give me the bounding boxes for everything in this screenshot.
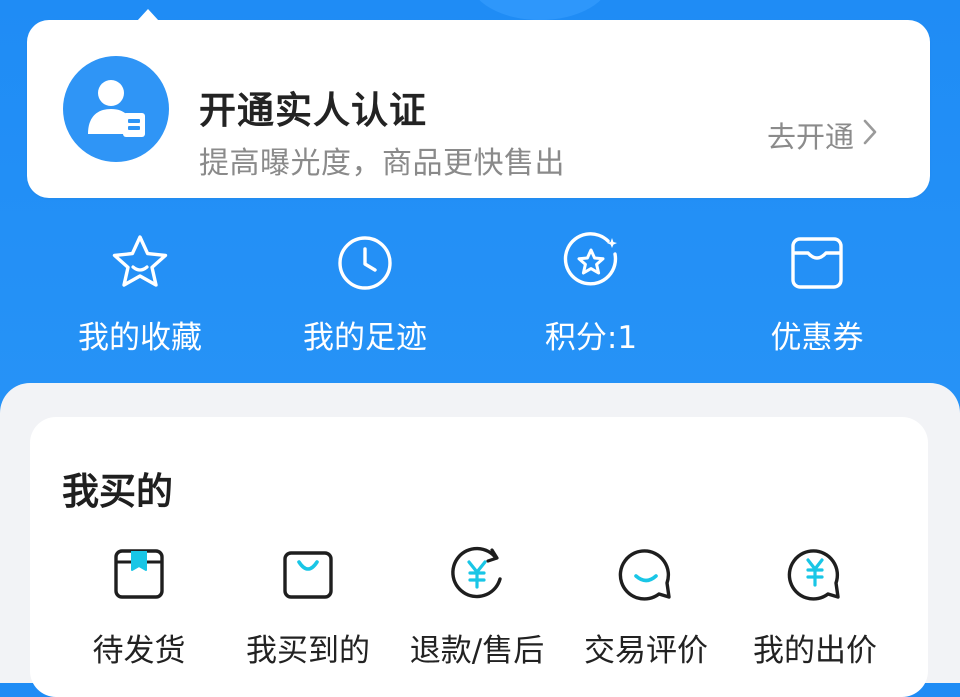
real-name-verification-card[interactable]: 开通实人认证 提高曝光度，商品更快售出 去开通 [27, 9, 930, 198]
quick-item-label: 我的收藏 [78, 320, 202, 356]
top-glow-decoration [470, 0, 610, 20]
purchase-item-review[interactable]: 交易评价 [561, 543, 731, 670]
chevron-right-icon [862, 118, 878, 153]
shopping-bag-icon [277, 543, 339, 605]
box-icon [108, 543, 170, 605]
quick-item-points[interactable]: 积分:1 [486, 232, 696, 357]
coupon-wallet-icon [786, 232, 848, 294]
verification-subtitle: 提高曝光度，商品更快售出 [199, 146, 565, 181]
purchase-item-label: 交易评价 [584, 633, 708, 669]
purchase-item-label: 我的出价 [753, 633, 877, 669]
points-star-icon [560, 232, 622, 294]
my-purchases-title: 我买的 [62, 470, 173, 513]
quick-item-coupons[interactable]: 优惠券 [712, 232, 922, 357]
purchase-item-refund[interactable]: 退款/售后 [392, 543, 562, 670]
quick-item-label: 我的足迹 [303, 320, 427, 356]
go-activate-label: 去开通 [766, 120, 854, 154]
go-activate-link[interactable]: 去开通 [767, 114, 878, 156]
quick-item-favorites[interactable]: 我的收藏 [35, 232, 245, 357]
purchase-item-to-ship[interactable]: 待发货 [54, 543, 224, 670]
purchase-item-my-bids[interactable]: 我的出价 [730, 543, 900, 670]
my-purchases-card: 我买的 待发货 我买到的 退款/售后 交易评价 我的出价 [30, 417, 928, 697]
quick-item-history[interactable]: 我的足迹 [260, 232, 470, 357]
quick-item-label: 积分:1 [544, 320, 638, 356]
purchase-item-label: 退款/售后 [409, 633, 545, 669]
star-icon [109, 232, 171, 294]
quick-item-label: 优惠券 [770, 320, 864, 356]
verification-title: 开通实人认证 [199, 89, 427, 132]
purchase-item-label: 我买到的 [246, 633, 370, 669]
bid-bubble-icon [784, 543, 846, 605]
review-bubble-icon [615, 543, 677, 605]
id-verify-icon [63, 56, 169, 162]
quick-access-row: 我的收藏 我的足迹 积分:1 优惠券 [0, 232, 960, 357]
card-notch [137, 9, 159, 21]
clock-icon [334, 232, 396, 294]
refund-yen-icon [446, 543, 508, 605]
purchase-item-bought[interactable]: 我买到的 [223, 543, 393, 670]
purchase-item-label: 待发货 [92, 633, 186, 669]
content-panel: 我买的 待发货 我买到的 退款/售后 交易评价 我的出价 [0, 383, 960, 697]
